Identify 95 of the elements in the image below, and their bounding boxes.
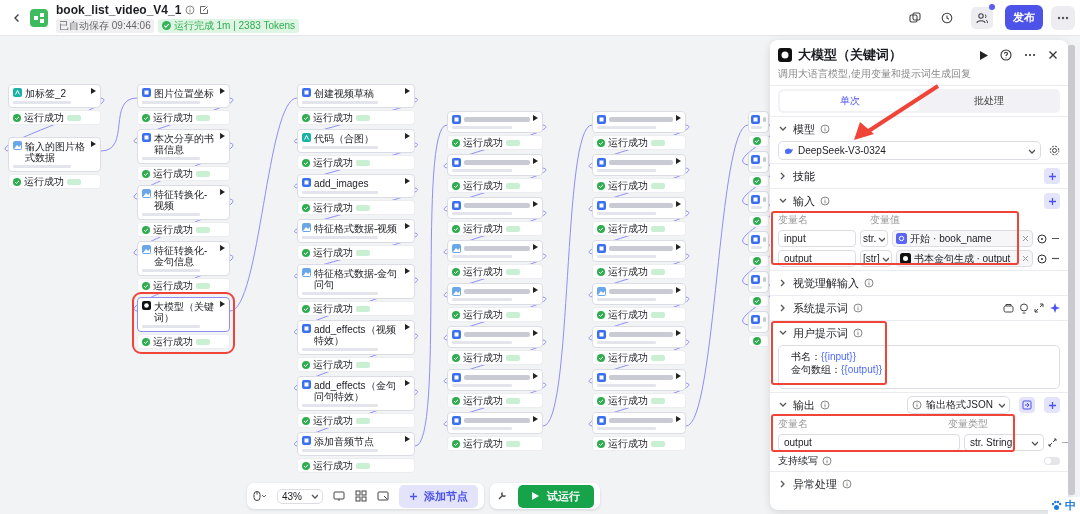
node-card[interactable]: 特征格式数据-金句问句	[297, 264, 415, 299]
section-title: 模型	[793, 121, 815, 137]
node-status-bar[interactable]: 运行成功	[8, 110, 101, 125]
prompt-line: 书名：{{input}}	[791, 350, 858, 363]
node-status-bar[interactable]: 运行成功	[137, 110, 230, 125]
section-title: 技能	[793, 168, 815, 184]
column-header: 变量名	[778, 417, 809, 431]
column-header: 变量值	[870, 213, 900, 227]
type-select[interactable]: str.	[860, 230, 889, 247]
node-title: 大模型（关键词）	[154, 301, 215, 323]
node-status-bar[interactable]: 运行成功	[592, 436, 686, 451]
node-status-bar[interactable]: 运行成功	[447, 264, 543, 279]
node-status-bar[interactable]: 运行成功	[592, 393, 686, 408]
section-title: 用户提示词	[793, 325, 848, 341]
zoom-select[interactable]: 43%	[277, 488, 323, 504]
model-select[interactable]: DeepSeek-V3-0324	[778, 141, 1041, 160]
node-card[interactable]: 特征转换化-金句信息	[137, 241, 230, 276]
variable-name-field[interactable]: input	[778, 230, 856, 247]
node-title: 图片位置坐标	[154, 88, 215, 99]
node-title: add_images	[314, 178, 370, 189]
run-status-badge: 运行完成 1m | 2383 Tokens	[157, 18, 300, 33]
node-status-bar[interactable]: 运行成功	[592, 135, 686, 150]
node-status-bar[interactable]: 运行成功	[137, 166, 230, 181]
node-card[interactable]: 添加音频节点	[297, 432, 415, 456]
prompt-line: 金句数组：{{output}}	[791, 363, 884, 376]
node-card[interactable]: 输入的图片格式数据	[8, 137, 101, 172]
output-format-select[interactable]: 输出格式JSON	[907, 396, 1010, 414]
node-status-bar[interactable]: 运行成功	[447, 307, 543, 322]
node-title: 加标签_2	[25, 88, 68, 99]
add-node-button[interactable]: 添加节点	[399, 484, 478, 508]
node-card[interactable]: add_effects（金句问句特效）	[297, 376, 415, 411]
node-card[interactable]: 特征格式数据-视频	[297, 219, 415, 243]
node-status-bar[interactable]: 运行成功	[297, 200, 415, 215]
column-header: 变量名	[778, 213, 809, 227]
node-status-bar[interactable]: 运行成功	[137, 222, 230, 237]
prompt-editor[interactable]: 书名：{{input}} 金句数组：{{output}}	[778, 345, 1060, 389]
node-title: add_effects（金句问句特效）	[314, 380, 397, 402]
node-status-bar[interactable]: 运行成功	[447, 393, 543, 408]
node-title: 创建视频草稿	[314, 88, 375, 99]
node-status-bar[interactable]: 运行成功	[592, 221, 686, 236]
input-method-indicator[interactable]: 中	[1048, 497, 1080, 514]
variable-reference-field[interactable]: 开始 · book_name	[892, 230, 1033, 247]
section-title: 视觉理解输入	[793, 275, 859, 291]
node-card[interactable]: add_effects（视频特效）	[297, 320, 415, 355]
node-title: add_effects（视频特效）	[314, 324, 397, 346]
node-title: 代码（合图）	[314, 133, 375, 144]
node-title: 特征格式数据-视频	[314, 223, 399, 234]
node-card[interactable]: 图片位置坐标	[137, 84, 230, 108]
node-status-bar[interactable]: 运行成功	[297, 245, 415, 260]
node-title: 特征转换化-金句信息	[154, 245, 209, 267]
node-status-bar[interactable]: 运行成功	[297, 301, 415, 316]
type-select[interactable]: str. String	[964, 434, 1044, 451]
node-status-bar[interactable]: 运行成功	[447, 178, 543, 193]
node-card[interactable]: 加标签_2	[8, 84, 101, 108]
node-card[interactable]: 本次分享的书籍信息	[137, 129, 230, 164]
section-title: 异常处理	[793, 476, 837, 492]
node-card[interactable]: 特征转换化-视频	[137, 185, 230, 220]
section-title: 输入	[793, 193, 815, 209]
section-title: 输出	[793, 397, 815, 413]
node-card[interactable]: 创建视频草稿	[297, 84, 415, 108]
node-status-bar[interactable]: 运行成功	[8, 174, 101, 189]
node-status-bar[interactable]: 运行成功	[447, 221, 543, 236]
node-status-bar[interactable]: 运行成功	[297, 155, 415, 170]
node-title: 输入的图片格式数据	[25, 141, 86, 163]
node-card[interactable]: 大模型（关键词）	[137, 297, 230, 332]
node-status-bar[interactable]: 运行成功	[297, 458, 415, 473]
node-card[interactable]: 代码（合图）	[297, 129, 415, 153]
node-status-bar[interactable]: 运行成功	[137, 334, 230, 349]
panel-title: 大模型（关键词）	[798, 46, 902, 64]
node-card[interactable]: add_images	[297, 174, 415, 198]
variable-name-field[interactable]: output	[778, 250, 856, 267]
publish-button[interactable]: 发布	[1005, 5, 1043, 30]
node-status-bar[interactable]: 运行成功	[592, 350, 686, 365]
mode-tab[interactable]: 单次	[780, 91, 919, 111]
node-title: 添加音频节点	[314, 436, 375, 447]
panel-description: 调用大语言模型,使用变量和提示词生成回复	[770, 64, 1068, 86]
option-label: 支持续写	[778, 454, 818, 468]
section-title: 系统提示词	[793, 300, 848, 316]
node-status-bar[interactable]: 运行成功	[447, 436, 543, 451]
mode-tab[interactable]: 批处理	[919, 91, 1058, 111]
node-title: 特征格式数据-金句问句	[314, 268, 399, 290]
node-status-bar[interactable]: 运行成功	[592, 307, 686, 322]
node-status-bar[interactable]: 运行成功	[297, 357, 415, 372]
node-title: 本次分享的书籍信息	[154, 133, 215, 155]
node-status-bar[interactable]: 运行成功	[297, 110, 415, 125]
autosave-label: 已自动保存 09:44:06	[56, 18, 154, 33]
node-status-bar[interactable]: 运行成功	[447, 350, 543, 365]
node-status-bar[interactable]: 运行成功	[297, 413, 415, 428]
workflow-title: book_list_video_V4_1	[56, 2, 182, 17]
column-header: 变量类型	[948, 417, 989, 431]
node-status-bar[interactable]: 运行成功	[592, 264, 686, 279]
node-status-bar[interactable]: 运行成功	[592, 178, 686, 193]
node-status-bar[interactable]: 运行成功	[447, 135, 543, 150]
node-title: 特征转换化-视频	[154, 189, 209, 211]
variable-name-field[interactable]: output	[778, 434, 960, 451]
